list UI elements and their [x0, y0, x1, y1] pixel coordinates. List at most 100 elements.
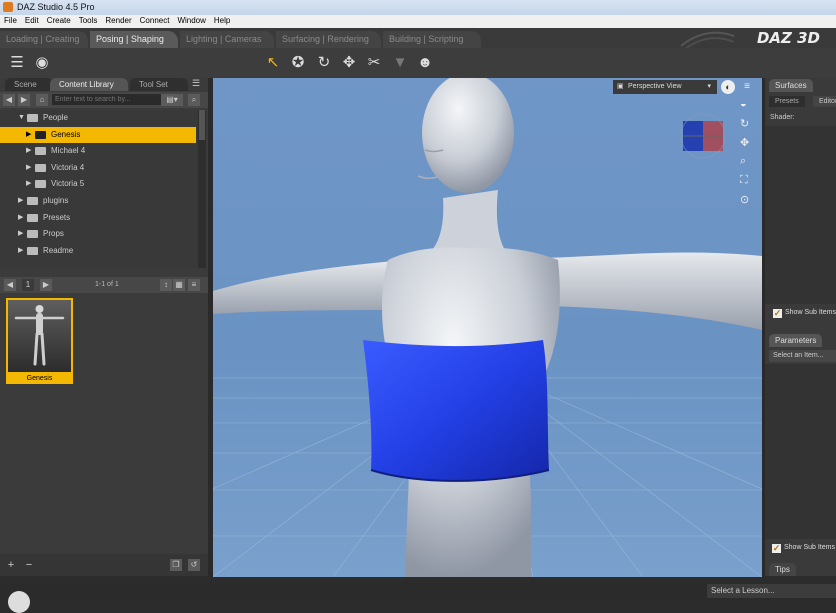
list-view-icon[interactable]: ≡ [188, 279, 200, 291]
tab-tips[interactable]: Tips [769, 563, 796, 576]
tab-scene[interactable]: Scene [5, 78, 53, 91]
3d-viewport[interactable]: ▣ Perspective View ▾ ◐ ≡ ◒ ↻ ✥ ⌕ ⛶ ⊙ [213, 78, 762, 577]
swirl-decoration [680, 31, 735, 48]
chevron-right-icon[interactable]: ▶ [18, 210, 23, 226]
menu-tools[interactable]: Tools [75, 15, 102, 28]
prev-page-icon[interactable]: ◀ [4, 279, 16, 291]
chevron-right-icon[interactable]: ▶ [18, 193, 23, 209]
page-stepper[interactable]: ↕ [160, 279, 172, 291]
folder-icon [35, 130, 46, 139]
surfaces-list[interactable] [765, 126, 836, 304]
back-icon[interactable]: ◀ [3, 94, 15, 106]
folder-icon [27, 197, 38, 205]
menu-file[interactable]: File [0, 15, 21, 28]
tab-tool-settings[interactable]: Tool Set [130, 78, 188, 91]
tree-scrollbar[interactable] [198, 110, 206, 268]
chevron-down-icon: ▾ [707, 83, 711, 90]
universal-tool-icon[interactable]: ✪ [288, 53, 308, 73]
menu-edit[interactable]: Edit [21, 15, 43, 28]
lesson-select-label: Select a Lesson... [711, 586, 775, 595]
search-input[interactable] [52, 94, 161, 105]
view-options-icon[interactable]: ▤▾ [161, 94, 183, 106]
app-icon [3, 2, 13, 12]
folder-icon [27, 114, 38, 122]
joint-editor-icon[interactable]: ✂ [364, 53, 384, 73]
tree-item[interactable]: ▶ Victoria 5 [0, 176, 196, 192]
tab-surfaces[interactable]: Surfaces [769, 79, 813, 92]
genesis-thumbnail[interactable] [6, 298, 73, 374]
show-sub-items-checkbox-2[interactable]: ✓ [772, 544, 781, 553]
pane-menu-icon[interactable]: ☰ [192, 78, 204, 90]
menu-render[interactable]: Render [101, 15, 135, 28]
tab-presets[interactable]: Presets [769, 96, 805, 107]
perspective-view-dropdown[interactable]: ▣ Perspective View ▾ [613, 80, 717, 94]
home-icon[interactable]: ⌂ [36, 94, 48, 106]
tree-item[interactable]: ▶ Victoria 4 [0, 160, 196, 176]
copy-icon[interactable]: ❐ [170, 559, 182, 571]
pager-bar: ◀ 1 ▶ 1-1 of 1 ↕ ▦ ≡ [0, 277, 208, 293]
tab-editor[interactable]: Editor [813, 96, 836, 107]
grid-view-icon[interactable]: ▦ [173, 279, 185, 291]
remove-icon[interactable]: − [23, 559, 35, 571]
folder-tree: ▼ People ▶ Genesis ▶ Michael 4 ▶ Victoria 4 ▶ Vic… [0, 110, 198, 268]
chevron-right-icon[interactable]: ▶ [26, 176, 31, 192]
chevron-down-icon[interactable]: ▼ [18, 110, 25, 126]
layout-icon[interactable]: ☰ [7, 53, 27, 73]
tree-item[interactable]: ▶ plugins [0, 193, 196, 209]
viewport-menu-icon[interactable]: ≡ [740, 80, 754, 94]
chevron-right-icon[interactable]: ▶ [26, 143, 31, 159]
tree-item[interactable]: ▶ Michael 4 [0, 143, 196, 159]
filter-icon[interactable]: ▼ [390, 53, 410, 73]
tab-lighting-cameras[interactable]: Lighting | Cameras [180, 31, 274, 48]
tab-surfacing-rendering[interactable]: Surfacing | Rendering [276, 31, 381, 48]
chevron-right-icon[interactable]: ▶ [18, 243, 23, 259]
select-item-dropdown[interactable]: Select an Item... [769, 350, 836, 362]
show-sub-items-checkbox-1[interactable]: ✓ [773, 309, 782, 318]
menu-window[interactable]: Window [173, 15, 209, 28]
lesson-select[interactable]: Select a Lesson... [707, 584, 836, 598]
chevron-right-icon[interactable]: ▶ [26, 127, 31, 143]
tab-posing-shaping[interactable]: Posing | Shaping [90, 31, 178, 48]
show-sub-items-label-1: Show Sub Items [785, 309, 836, 316]
pan-icon[interactable]: ✥ [740, 136, 754, 150]
figure-tool-icon[interactable]: ☻ [415, 53, 435, 73]
node-selection-tool-icon[interactable]: ↖ [263, 53, 283, 73]
add-icon[interactable]: + [5, 559, 17, 571]
tree-item[interactable]: ▶ Presets [0, 210, 196, 226]
orbit-icon[interactable]: ◒ [740, 98, 754, 112]
chevron-right-icon[interactable]: ▶ [18, 226, 23, 242]
view-cube-icon[interactable] [680, 113, 726, 159]
forward-icon[interactable]: ▶ [18, 94, 30, 106]
rotate-view-icon[interactable]: ↻ [740, 117, 754, 131]
smart-content-icon[interactable]: ◉ [32, 53, 52, 73]
parameters-list[interactable] [765, 364, 836, 539]
tab-loading-creating[interactable]: Loading | Creating [0, 31, 88, 48]
window-title: DAZ Studio 4.5 Pro [17, 2, 95, 12]
rotate-tool-icon[interactable]: ↻ [314, 53, 334, 73]
search-icon[interactable]: ⌕ [188, 94, 200, 106]
tree-item[interactable]: ▼ People [0, 110, 196, 126]
page-number[interactable]: 1 [22, 279, 34, 291]
zoom-icon[interactable]: ⌕ [740, 155, 754, 169]
tree-item[interactable]: ▶ Genesis [0, 126, 196, 143]
chevron-right-icon[interactable]: ▶ [26, 160, 31, 176]
right-pane: Surfaces Presets Editor Shader: ✓ Show S… [765, 78, 836, 576]
lesson-orb-icon[interactable] [8, 591, 30, 613]
tab-content-library[interactable]: Content Library [50, 78, 128, 91]
menu-help[interactable]: Help [210, 15, 234, 28]
menu-connect[interactable]: Connect [136, 15, 174, 28]
draw-style-icon[interactable]: ◐ [721, 80, 735, 94]
content-library-pane: Scene Content Library Tool Set ☰ ◀ ▶ ⌂ ▤… [0, 78, 208, 576]
tab-building-scripting[interactable]: Building | Scripting [383, 31, 481, 48]
tree-item[interactable]: ▶ Readme [0, 243, 196, 259]
tube-top-garment[interactable] [363, 340, 549, 481]
tab-parameters[interactable]: Parameters [769, 334, 823, 347]
frame-icon[interactable]: ⛶ [740, 174, 754, 188]
menu-create[interactable]: Create [43, 15, 75, 28]
tree-item[interactable]: ▶ Props [0, 226, 196, 242]
folder-icon [27, 246, 38, 255]
reset-view-icon[interactable]: ⊙ [740, 193, 754, 207]
next-page-icon[interactable]: ▶ [40, 279, 52, 291]
refresh-icon[interactable]: ↺ [188, 559, 200, 571]
translate-tool-icon[interactable]: ✥ [339, 53, 359, 73]
